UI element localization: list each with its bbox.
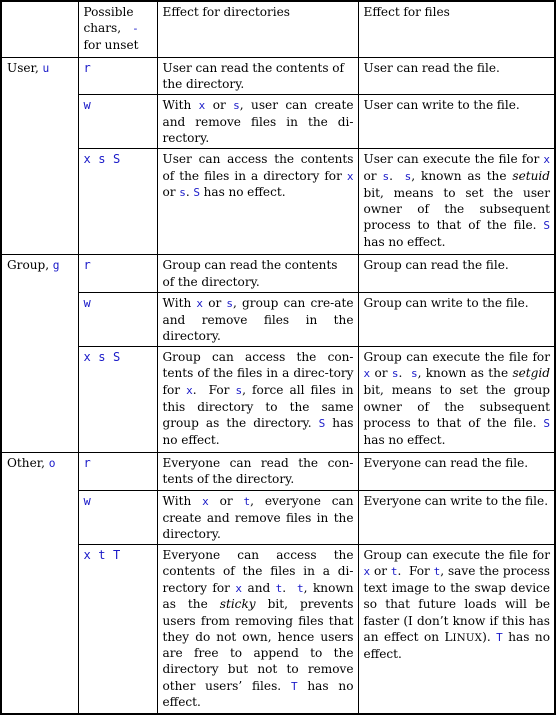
- file-effect-other-r: Everyone can read the file.: [357, 452, 556, 491]
- chars-cell-group-r: r: [77, 254, 158, 293]
- code-x: x: [363, 367, 371, 381]
- file-effect-group-w: Group can write to the file.: [357, 291, 556, 348]
- code-s: s: [382, 170, 390, 184]
- who-code-group: g: [52, 259, 60, 273]
- code-s: s: [226, 296, 234, 310]
- code-x: x: [543, 153, 550, 167]
- who-label-group: Group,: [7, 258, 50, 273]
- header-cell-blank: [0, 0, 79, 58]
- code-t: t: [390, 565, 398, 579]
- who-cell-other: Other, o: [0, 452, 79, 715]
- chars-cell-group-w: w: [77, 291, 158, 348]
- code-t: t: [275, 581, 283, 595]
- file-effect-user-xsS: User can execute the file for x or s. s,…: [357, 148, 556, 256]
- file-effect-other-xtT: Group can execute the file for x or t. F…: [357, 544, 556, 715]
- dir-effect-user-r: User can read the contents of the directo…: [156, 56, 359, 96]
- code-t: t: [297, 581, 304, 595]
- term-linux: LINUX: [444, 629, 483, 644]
- term-setuid: setuid: [512, 169, 550, 184]
- who-label-other: Other,: [7, 456, 46, 471]
- who-cell-user: User, u: [0, 56, 79, 256]
- chars-cell-user-w: w: [77, 94, 158, 150]
- code-T: T: [290, 679, 298, 693]
- code-t: t: [243, 494, 251, 508]
- header-chars-line2-wrap: chars, -: [84, 20, 153, 37]
- code-x: x: [346, 169, 354, 183]
- who-code-other: o: [48, 457, 56, 471]
- code-x: x: [235, 581, 243, 595]
- table-row: w With x or s, group can cre-ate and rem…: [1, 291, 556, 348]
- dir-effect-other-xtT: Everyone can access the contents of the …: [156, 544, 359, 715]
- table-header-row: Possible chars, - for unset Effect for di…: [0, 0, 556, 58]
- dir-effect-group-xsS: Group can access the con-tents of the fi…: [156, 346, 359, 454]
- file-effect-user-r: User can read the file.: [357, 56, 556, 96]
- file-effect-group-xsS: Group can execute the file for x or s. s…: [357, 346, 556, 454]
- code-S: S: [543, 416, 550, 430]
- table-row: User, u r User can read the contents of t…: [0, 56, 556, 256]
- file-effect-other-w: Everyone can write to the file.: [357, 489, 556, 546]
- code-x: x: [198, 99, 206, 113]
- table-row: x s S User can access the contents of th…: [1, 148, 556, 256]
- code-T: T: [496, 630, 503, 644]
- header-chars-line2: chars,: [83, 21, 122, 36]
- file-effect-user-w: User can write to the file.: [357, 94, 556, 150]
- dir-effect-user-xsS: User can access the contents of the file…: [156, 148, 359, 256]
- code-s: s: [179, 186, 186, 200]
- file-effect-group-r: Group can read the file.: [357, 254, 556, 293]
- code-t: t: [433, 565, 441, 579]
- table-row: x s S Group can access the con-tents of …: [1, 346, 556, 454]
- dir-effect-user-w: With x or s, user can create and remove …: [156, 94, 359, 150]
- who-code-user: u: [42, 61, 50, 75]
- dir-effect-group-w: With x or s, group can cre-ate and remov…: [156, 291, 359, 348]
- table-row: Other, o r Everyone can read the con-ten…: [0, 452, 556, 715]
- term-setgid: setgid: [512, 366, 551, 381]
- code-S: S: [543, 219, 550, 233]
- who-label-user: User,: [7, 60, 39, 75]
- code-x: x: [202, 494, 209, 508]
- table-row: w With x or s, user can create and remov…: [1, 94, 556, 150]
- who-cell-group: Group, g: [0, 254, 79, 454]
- dir-effect-other-r: Everyone can read the con-tents of the d…: [156, 452, 359, 491]
- header-cell-effect-files: Effect for files: [357, 0, 556, 58]
- chars-cell-user-r: r: [77, 56, 158, 96]
- table-row: w With x or t, everyone can create and r…: [1, 489, 556, 546]
- code-x: x: [186, 383, 193, 397]
- code-s: s: [235, 383, 243, 397]
- code-x: x: [196, 296, 204, 310]
- chars-cell-other-xtT: x t T: [77, 544, 158, 715]
- chars-cell-other-w: w: [77, 489, 158, 546]
- unset-dash-glyph: -: [132, 22, 139, 36]
- dir-effect-group-r: Group can read the contents of the direct…: [156, 254, 359, 293]
- code-s: s: [410, 367, 418, 381]
- table-row: Group, g r Group can read the contents of…: [0, 254, 556, 454]
- dir-effect-other-w: With x or t, everyone can create and rem…: [156, 489, 359, 546]
- code-s: s: [391, 367, 399, 381]
- code-x: x: [363, 565, 371, 579]
- code-S: S: [318, 416, 326, 430]
- permissions-table: Possible chars, - for unset Effect for di…: [0, 0, 556, 715]
- term-sticky: sticky: [219, 597, 256, 612]
- header-chars-line3: for unset: [83, 38, 139, 53]
- code-s: s: [404, 170, 412, 184]
- table-row: x t T Everyone can access the contents o…: [1, 544, 556, 715]
- code-S: S: [193, 186, 200, 200]
- header-chars-line1: Possible: [83, 5, 134, 19]
- code-s: s: [233, 99, 240, 113]
- chars-cell-user-xsS: x s S: [77, 148, 158, 256]
- chars-cell-other-r: r: [77, 452, 158, 491]
- header-cell-effect-directories: Effect for directories: [156, 0, 359, 58]
- header-cell-possible-chars: Possible chars, - for unset: [77, 0, 158, 58]
- chars-cell-group-xsS: x s S: [77, 346, 158, 454]
